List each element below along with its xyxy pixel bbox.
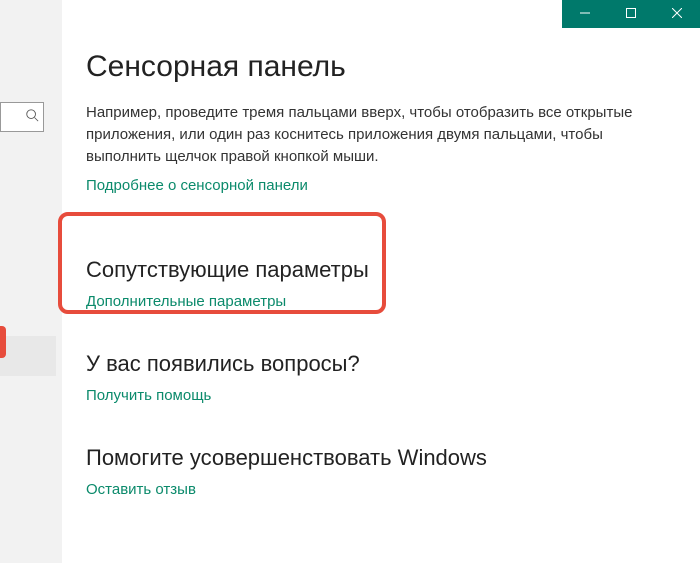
feedback-link[interactable]: Оставить отзыв [86,481,196,498]
close-icon [672,5,682,23]
related-heading: Сопутствующие параметры [86,257,676,283]
maximize-button[interactable] [608,0,654,28]
window-titlebar [562,0,700,28]
get-help-link[interactable]: Получить помощь [86,387,211,404]
additional-settings-link[interactable]: Дополнительные параметры [86,293,286,310]
sidebar-marker [0,326,6,358]
page-description: Например, проведите тремя пальцами вверх… [86,102,646,167]
sidebar-active-item[interactable] [0,336,56,376]
search-icon [25,108,39,127]
main-content: Сенсорная панель Например, проведите тре… [62,0,700,563]
maximize-icon [626,5,636,23]
related-settings-section: Сопутствующие параметры Дополнительные п… [86,257,676,311]
sidebar [0,0,62,563]
minimize-icon [580,5,590,23]
help-heading: У вас появились вопросы? [86,351,676,377]
page-title: Сенсорная панель [86,50,676,84]
learn-more-link[interactable]: Подробнее о сенсорной панели [86,177,308,194]
search-input[interactable] [0,102,44,132]
help-section: У вас появились вопросы? Получить помощь [86,351,676,405]
close-button[interactable] [654,0,700,28]
feedback-section: Помогите усовершенствовать Windows Остав… [86,445,676,499]
feedback-heading: Помогите усовершенствовать Windows [86,445,676,471]
minimize-button[interactable] [562,0,608,28]
